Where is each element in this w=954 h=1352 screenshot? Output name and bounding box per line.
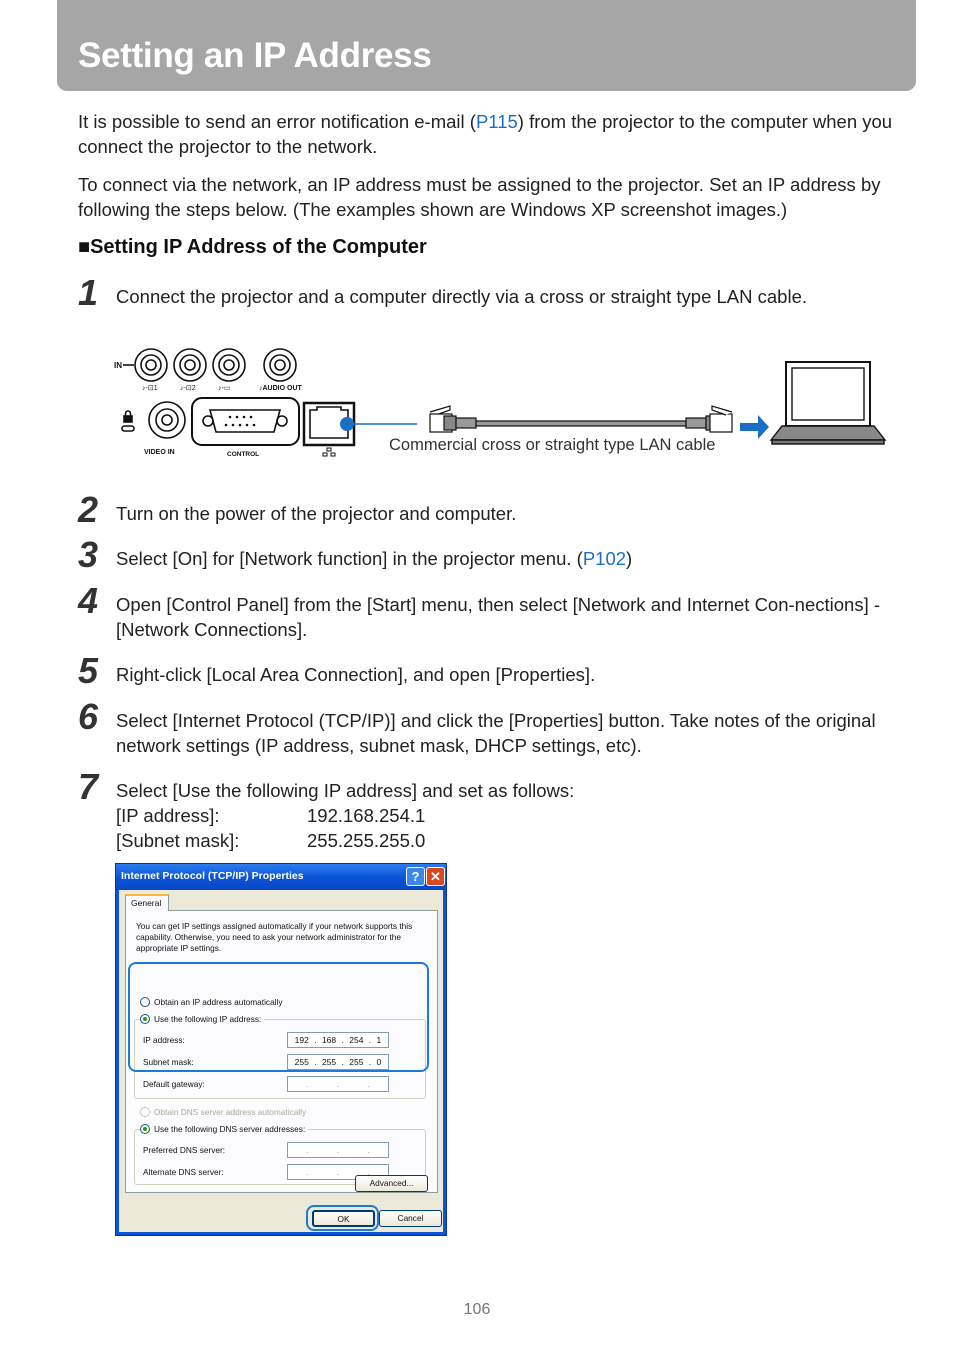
step-text: Select [On] for [Network function] in th… <box>116 546 896 571</box>
laptop-icon <box>769 361 887 445</box>
help-icon[interactable]: ? <box>406 867 425 886</box>
dot: . <box>336 1145 340 1155</box>
step-number: 6 <box>78 696 99 737</box>
default-gateway-label: Default gateway: <box>143 1079 205 1089</box>
alternate-dns-label: Alternate DNS server: <box>143 1167 224 1177</box>
lock-icon <box>121 410 135 432</box>
section-heading: ■Setting IP Address of the Computer <box>78 236 427 258</box>
cancel-button[interactable]: Cancel <box>379 1210 442 1227</box>
cable-label: Commercial cross or straight type LAN ca… <box>389 436 716 454</box>
step-number: 1 <box>78 272 99 313</box>
radio-label: Use the following DNS server addresses: <box>154 1124 306 1134</box>
intro-paragraph-2: To connect via the network, an IP addres… <box>78 174 881 220</box>
tab-general[interactable]: General <box>125 894 169 911</box>
step-text-part: ) <box>626 548 633 569</box>
setting-row: [IP address]: 192.168.254.1 <box>116 803 425 828</box>
step-text: Select [Internet Protocol (TCP/IP)] and … <box>116 710 876 756</box>
radio-obtain-dns-auto[interactable]: Obtain DNS server address automatically <box>140 1107 306 1117</box>
audio-in-3-label: ♪-▭ <box>218 385 230 392</box>
dot: . <box>367 1145 370 1155</box>
dot: . <box>367 1079 370 1089</box>
video-in-jack <box>148 401 186 439</box>
radio-use-following-dns[interactable]: Use the following DNS server addresses: <box>140 1124 309 1134</box>
step-number: 5 <box>78 650 99 691</box>
setting-value: 255.255.255.0 <box>307 830 426 851</box>
page-number: 106 <box>463 1301 491 1318</box>
dot: . <box>336 1079 340 1089</box>
step-number: 2 <box>78 489 99 530</box>
step-text: Right-click [Local Area Connection], and… <box>116 664 596 685</box>
step-text-part: Select [On] for [Network function] in th… <box>116 548 583 569</box>
dot: . <box>306 1079 309 1089</box>
dialog-title: Internet Protocol (TCP/IP) Properties <box>121 870 304 882</box>
preferred-dns-input[interactable]: ... <box>287 1142 389 1158</box>
network-icon <box>322 447 336 457</box>
setting-row: [Subnet mask]: 255.255.255.0 <box>116 828 425 853</box>
dialog-description: You can get IP settings assigned automat… <box>136 921 413 953</box>
audio-in-1-label: ♪-⊡1 <box>142 385 158 392</box>
step-number: 4 <box>78 580 99 621</box>
link-p102[interactable]: P102 <box>583 548 626 569</box>
preferred-dns-label: Preferred DNS server: <box>143 1145 226 1155</box>
control-label: CONTROL <box>227 451 259 458</box>
step-text: Connect the projector and a computer dir… <box>116 286 808 307</box>
page-title: Setting an IP Address <box>78 36 432 75</box>
advanced-button[interactable]: Advanced... <box>355 1175 428 1192</box>
step-text: Turn on the power of the projector and c… <box>116 503 517 524</box>
step-number: 3 <box>78 534 99 575</box>
control-port <box>191 397 300 446</box>
step-text: Open [Control Panel] from the [Start] me… <box>116 594 881 640</box>
audio-out-label: ♪AUDIO OUT <box>259 385 303 392</box>
audio-in-3-jack <box>212 348 246 382</box>
lan-cable-icon <box>429 405 733 433</box>
dot: . <box>306 1145 309 1155</box>
ip-settings-highlight <box>128 962 429 1072</box>
link-p115[interactable]: P115 <box>476 111 518 132</box>
audio-in-2-jack <box>173 348 207 382</box>
audio-in-2-label: ♪-⊡2 <box>180 385 196 392</box>
dialog-title-bar: Internet Protocol (TCP/IP) Properties ? … <box>116 864 446 890</box>
setting-key: [IP address]: <box>116 805 220 826</box>
radio-label: Obtain DNS server address automatically <box>154 1107 307 1117</box>
intro-text: It is possible to send an error notifica… <box>78 111 476 132</box>
step-number: 7 <box>78 766 99 807</box>
projector-panel: IN ♪-⊡1 ♪-⊡2 ♪-▭ ♪AUDIO OUT VIDEO IN CON… <box>114 348 356 458</box>
setting-key: [Subnet mask]: <box>116 830 240 851</box>
arrow-right-icon <box>740 415 769 439</box>
step-text: Select [Use the following IP address] an… <box>116 780 575 801</box>
dot: . <box>336 1167 340 1177</box>
title-bar: Setting an IP Address <box>57 0 916 91</box>
setting-value: 192.168.254.1 <box>307 805 426 826</box>
radio-button[interactable] <box>140 1107 150 1117</box>
ok-highlight <box>306 1205 379 1231</box>
audio-in-1-jack <box>134 348 168 382</box>
in-label: IN <box>114 361 122 370</box>
close-icon[interactable]: ✕ <box>426 867 445 886</box>
intro-paragraph-1: It is possible to send an error notifica… <box>78 109 898 159</box>
radio-button[interactable] <box>140 1124 150 1134</box>
settings-list: [IP address]: 192.168.254.1 [Subnet mask]… <box>116 803 425 853</box>
audio-out-jack <box>263 348 297 382</box>
video-in-label: VIDEO IN <box>144 449 175 456</box>
default-gateway-input[interactable]: ... <box>287 1076 389 1092</box>
dot: . <box>306 1167 309 1177</box>
